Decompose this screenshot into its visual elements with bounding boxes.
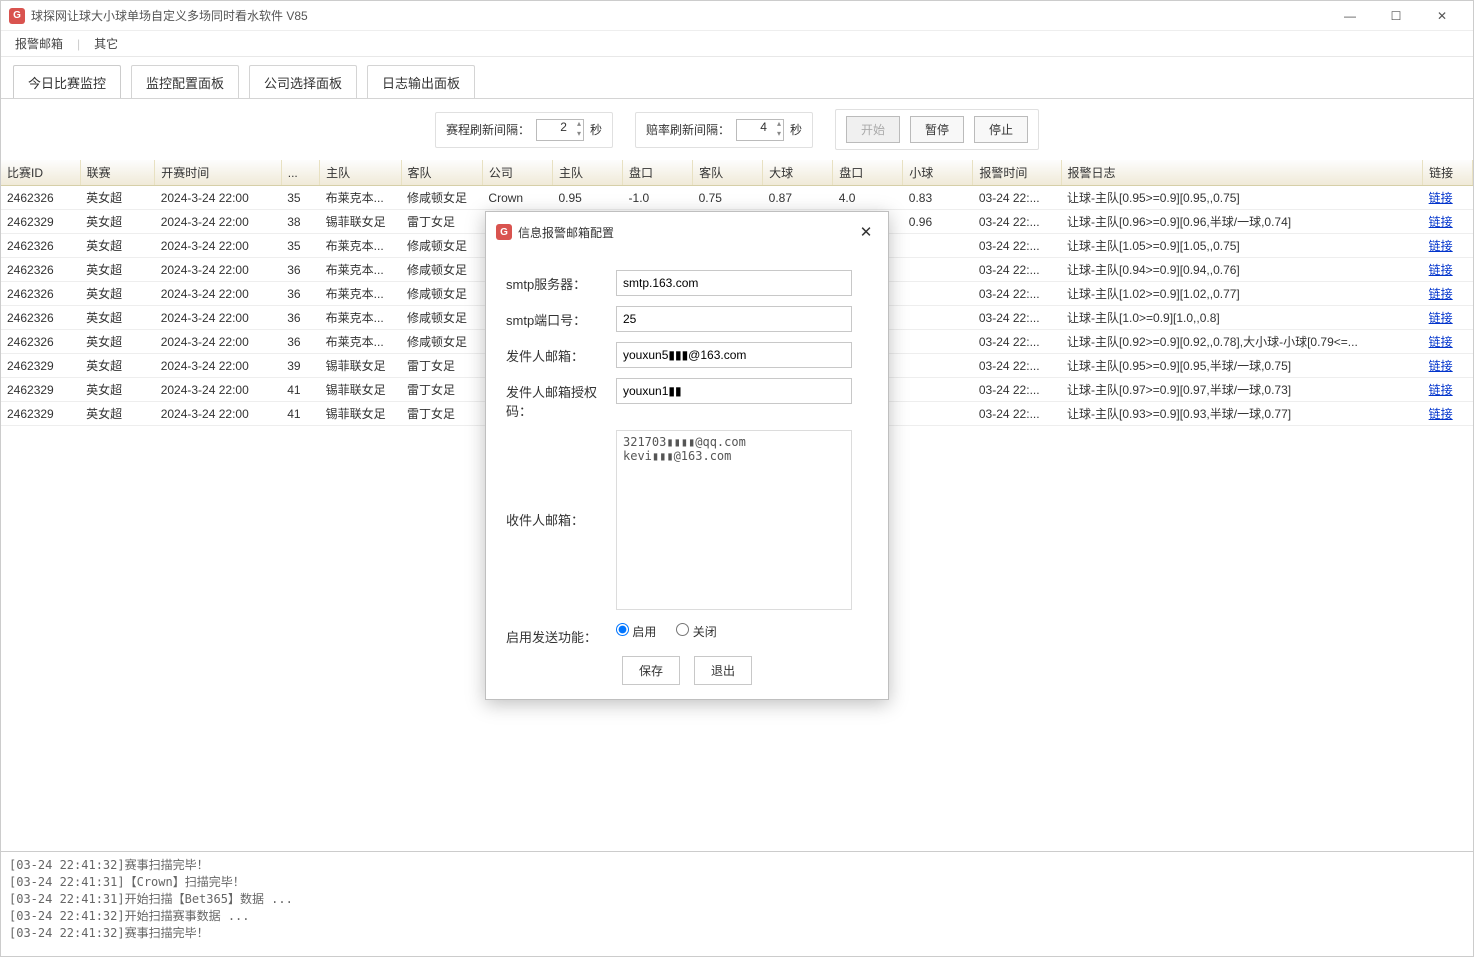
enable-off-radio[interactable]: 关闭	[676, 623, 716, 640]
match-link[interactable]: 链接	[1429, 407, 1453, 421]
action-buttons-group: 开始 暂停 停止	[835, 109, 1039, 150]
menu-other[interactable]: 其它	[88, 33, 124, 54]
odds-refresh-input[interactable]: 4	[736, 119, 784, 141]
match-link[interactable]: 链接	[1429, 335, 1453, 349]
titlebar: G 球探网让球大小球单场自定义多场同时看水软件 V85 — ☐ ✕	[1, 1, 1473, 31]
schedule-sec-unit: 秒	[590, 121, 602, 138]
match-link[interactable]: 链接	[1429, 383, 1453, 397]
enable-send-label: 启用发送功能：	[506, 623, 616, 646]
window-buttons: — ☐ ✕	[1327, 2, 1465, 30]
col-header-6[interactable]: 公司	[482, 160, 552, 186]
tab-bar: 今日比赛监控 监控配置面板 公司选择面板 日志输出面板	[1, 57, 1473, 99]
match-link[interactable]: 链接	[1429, 263, 1453, 277]
odds-refresh-group: 赔率刷新间隔： 4 秒	[635, 112, 813, 148]
match-link[interactable]: 链接	[1429, 191, 1453, 205]
exit-button[interactable]: 退出	[694, 656, 752, 685]
col-header-1[interactable]: 联赛	[80, 160, 155, 186]
smtp-server-label: smtp服务器：	[506, 270, 616, 293]
menu-alert-email[interactable]: 报警邮箱	[9, 33, 69, 54]
dialog-body: smtp服务器： smtp端口号： 发件人邮箱： 发件人邮箱授权码： 收件人邮箱…	[486, 252, 888, 699]
log-output[interactable]: [03-24 22:41:32]赛事扫描完毕！ [03-24 22:41:31]…	[1, 851, 1473, 956]
close-button[interactable]: ✕	[1419, 2, 1465, 30]
tab-today-monitor[interactable]: 今日比赛监控	[13, 65, 121, 99]
dialog-title: 信息报警邮箱配置	[518, 224, 614, 241]
sender-email-label: 发件人邮箱：	[506, 342, 616, 365]
match-link[interactable]: 链接	[1429, 311, 1453, 325]
window-title: 球探网让球大小球单场自定义多场同时看水软件 V85	[31, 7, 1327, 24]
smtp-port-label: smtp端口号：	[506, 306, 616, 329]
col-header-0[interactable]: 比赛ID	[1, 160, 80, 186]
recipients-label: 收件人邮箱：	[506, 430, 616, 529]
schedule-refresh-group: 赛程刷新间隔： 2 秒	[435, 112, 613, 148]
email-config-dialog: G 信息报警邮箱配置 ✕ smtp服务器： smtp端口号： 发件人邮箱： 发件…	[485, 211, 889, 700]
dialog-titlebar: G 信息报警邮箱配置 ✕	[486, 212, 888, 252]
control-row: 赛程刷新间隔： 2 秒 赔率刷新间隔： 4 秒 开始 暂停 停止	[1, 99, 1473, 160]
table-header-row: 比赛ID联赛开赛时间...主队客队公司主队盘口客队大球盘口小球报警时间报警日志链…	[1, 160, 1473, 186]
sender-email-input[interactable]	[616, 342, 852, 368]
col-header-14[interactable]: 报警日志	[1061, 160, 1423, 186]
app-icon: G	[9, 8, 25, 24]
recipients-textarea[interactable]	[616, 430, 852, 610]
col-header-10[interactable]: 大球	[763, 160, 833, 186]
col-header-13[interactable]: 报警时间	[973, 160, 1061, 186]
smtp-port-input[interactable]	[616, 306, 852, 332]
enable-on-radio[interactable]: 启用	[616, 623, 656, 640]
odds-sec-unit: 秒	[790, 121, 802, 138]
dialog-icon: G	[496, 224, 512, 240]
col-header-12[interactable]: 小球	[903, 160, 973, 186]
match-link[interactable]: 链接	[1429, 239, 1453, 253]
schedule-refresh-label: 赛程刷新间隔：	[446, 121, 530, 138]
match-link[interactable]: 链接	[1429, 287, 1453, 301]
tab-config-panel[interactable]: 监控配置面板	[131, 65, 239, 99]
match-link[interactable]: 链接	[1429, 215, 1453, 229]
schedule-refresh-input[interactable]: 2	[536, 119, 584, 141]
smtp-server-input[interactable]	[616, 270, 852, 296]
save-button[interactable]: 保存	[622, 656, 680, 685]
auth-code-input[interactable]	[616, 378, 852, 404]
table-row[interactable]: 2462326英女超2024-3-24 22:0035布莱克本...修咸顿女足C…	[1, 186, 1473, 210]
col-header-8[interactable]: 盘口	[623, 160, 693, 186]
tab-company-panel[interactable]: 公司选择面板	[249, 65, 357, 99]
auth-code-label: 发件人邮箱授权码：	[506, 378, 616, 420]
col-header-4[interactable]: 主队	[320, 160, 401, 186]
col-header-3[interactable]: ...	[281, 160, 319, 186]
stop-button[interactable]: 停止	[974, 116, 1028, 143]
minimize-button[interactable]: —	[1327, 2, 1373, 30]
tab-log-panel[interactable]: 日志输出面板	[367, 65, 475, 99]
col-header-7[interactable]: 主队	[552, 160, 622, 186]
menu-sep: |	[77, 37, 80, 51]
maximize-button[interactable]: ☐	[1373, 2, 1419, 30]
col-header-5[interactable]: 客队	[401, 160, 482, 186]
pause-button[interactable]: 暂停	[910, 116, 964, 143]
col-header-11[interactable]: 盘口	[833, 160, 903, 186]
menubar: 报警邮箱 | 其它	[1, 31, 1473, 57]
odds-refresh-label: 赔率刷新间隔：	[646, 121, 730, 138]
col-header-15[interactable]: 链接	[1423, 160, 1473, 186]
col-header-9[interactable]: 客队	[693, 160, 763, 186]
dialog-close-button[interactable]: ✕	[854, 220, 878, 244]
match-link[interactable]: 链接	[1429, 359, 1453, 373]
start-button[interactable]: 开始	[846, 116, 900, 143]
col-header-2[interactable]: 开赛时间	[155, 160, 282, 186]
